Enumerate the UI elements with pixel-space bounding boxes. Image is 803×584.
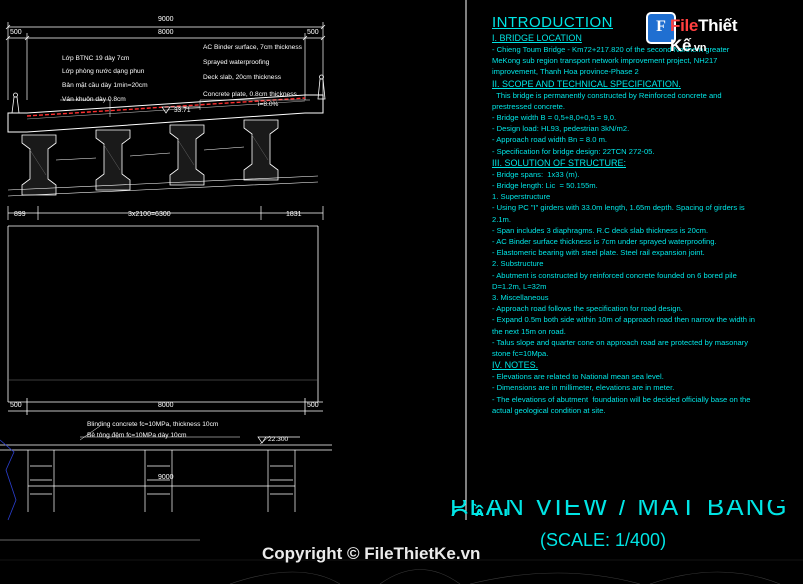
blinding-label-en: Blinding concrete fc=10MPa, thickness 10… <box>87 421 219 428</box>
elevation-top-label: 33.71 <box>174 107 191 114</box>
blinding-label-vn: Bê tông đệm fc=10MPa dày 10cm <box>87 432 187 439</box>
plan-view-title: PLAN VIEW / MẶT BẰNG CẦU <box>450 500 789 516</box>
dim-pile-spacing: 9000 <box>158 474 174 481</box>
dim-left-sidewalk: 500 <box>10 29 22 36</box>
dim-right-overhang: 1831 <box>286 211 302 218</box>
scale-label: (SCALE: 1/400) <box>540 530 667 550</box>
layer-label-vn-1: Lớp BTNC 19 dày 7cm <box>62 55 130 62</box>
elevation-bottom-label: 22.300 <box>268 436 289 443</box>
dim-lower-middle: 8000 <box>158 402 174 409</box>
layer-label-en-4: Concrete plate, 0.8cm thickness <box>203 91 297 98</box>
section-structure-title: III. SOLUTION OF STRUCTURE: <box>492 157 627 168</box>
bored-piles <box>27 450 296 512</box>
logo-text: FileThiết Kế.vn <box>670 16 738 55</box>
ground-line <box>0 439 17 521</box>
dim-total-width: 9000 <box>158 16 174 23</box>
slope-label: i=8.0% <box>258 101 279 108</box>
section-scope-title: II. SCOPE AND TECHNICAL SPECIFICATION. <box>492 78 681 89</box>
layer-label-en-3: Deck slab, 20cm thickness <box>203 74 282 81</box>
filethietke-logo: F FileThiết Kế.vn <box>646 12 774 55</box>
layer-label-vn-2: Lớp phòng nước dạng phun <box>62 68 145 75</box>
layer-label-vn-3: Bản mặt cầu dày 1min=20cm <box>62 82 148 89</box>
section-scope-text: This bridge is permanently constructed b… <box>492 90 722 156</box>
layer-label-vn-4: Ván khuôn dày 0.8cm <box>62 96 126 103</box>
layer-label-en-1: AC Binder surface, 7cm thickness <box>203 44 302 51</box>
dim-right-sidewalk: 500 <box>307 29 319 36</box>
section-notes-title: IV. NOTES. <box>492 360 539 371</box>
dim-lower-right: 500 <box>307 402 319 409</box>
section-notes-text: - Elevations are related to National mea… <box>492 372 751 415</box>
girder-hatch <box>29 134 269 176</box>
diaphragm <box>55 146 245 161</box>
copyright-watermark: Copyright © FileThietKe.vn <box>262 544 481 563</box>
dim-left-overhang: 899 <box>14 211 26 218</box>
layer-label-en-2: Sprayed waterproofing <box>203 59 270 66</box>
dim-roadway-width: 8000 <box>158 29 174 36</box>
introduction-notes-panel: INTRODUCTION I. BRIDGE LOCATION - Chieng… <box>486 14 786 416</box>
abutment-body <box>7 225 323 415</box>
dim-girder-spacing: 3x2100=6300 <box>128 211 171 218</box>
section-structure-text: - Bridge spans: 1x33 (m). - Bridge lengt… <box>492 169 755 359</box>
dim-lower-left: 500 <box>10 402 22 409</box>
